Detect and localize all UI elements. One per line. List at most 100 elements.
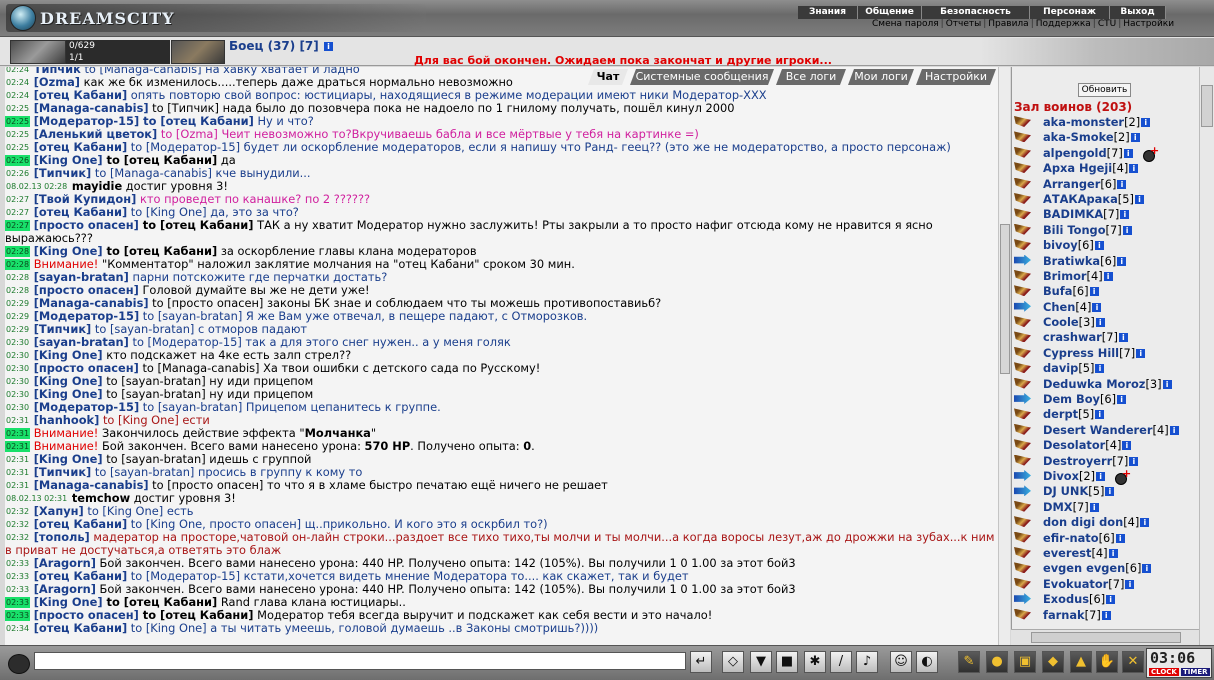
bag-button[interactable]: ● [986, 651, 1008, 673]
user-list-item[interactable]: farnak[7] i [1014, 608, 1202, 623]
info-icon[interactable]: i [1125, 579, 1135, 589]
user-list-item[interactable]: Bratiwka[6] i [1014, 254, 1202, 269]
chat-author[interactable]: [отец Кабани] [34, 205, 127, 219]
sword-icon[interactable] [1014, 331, 1031, 343]
info-icon[interactable]: i [1122, 441, 1132, 451]
user-list-item[interactable]: crashwar[7] i [1014, 330, 1202, 345]
info-icon[interactable]: i [1095, 364, 1105, 374]
user-list-item[interactable]: aka-Smoke[2] i [1014, 130, 1202, 145]
chat-author[interactable]: [Managa-canabis] [34, 296, 149, 310]
user-list-item[interactable]: BADIMKA[7] i [1014, 207, 1202, 222]
menu-settings[interactable]: Настройки [1121, 19, 1176, 30]
user-name[interactable]: Арха Нgeji [1043, 161, 1112, 175]
user-list-item[interactable]: Desert Wanderer[4] i [1014, 423, 1202, 438]
user-list-item[interactable]: Arranger[6] i [1014, 177, 1202, 192]
refresh-button[interactable]: Обновить [1078, 83, 1131, 97]
chat-author[interactable]: [King One] [34, 452, 103, 466]
user-list-item[interactable]: Арха Нgeji[4] i [1014, 161, 1202, 176]
sword-icon[interactable] [1014, 454, 1031, 466]
sword-icon[interactable] [1014, 285, 1031, 297]
menu-rules[interactable]: Правила [986, 19, 1030, 30]
chat-author[interactable]: [Типчик] [34, 166, 92, 180]
chat-author[interactable]: [Типчик] [34, 322, 92, 336]
tab-system-messages[interactable]: Системные сообщения [630, 69, 774, 85]
chat-author[interactable]: [Модератор-15] [34, 114, 140, 128]
info-icon[interactable]: i [1089, 287, 1099, 297]
user-name[interactable]: efir-nato [1043, 531, 1099, 545]
user-list-item[interactable]: Divox[2] i [1014, 466, 1202, 485]
info-icon[interactable]: i [1105, 487, 1115, 497]
chat-scrollbar[interactable] [998, 67, 1010, 645]
user-name[interactable]: Bili Tongo [1043, 223, 1106, 237]
chat-author[interactable]: [отец Кабани] [34, 88, 127, 102]
user-list-item[interactable]: Bufa[6] i [1014, 284, 1202, 299]
user-list-item[interactable]: Coole[3] i [1014, 315, 1202, 330]
sword-icon[interactable] [1014, 316, 1031, 328]
arrow-icon[interactable] [1014, 393, 1031, 405]
arrow-icon[interactable] [1014, 300, 1031, 312]
user-list-item[interactable]: derpt[5] i [1014, 407, 1202, 422]
menu-support[interactable]: Поддержка [1034, 19, 1093, 30]
user-name[interactable]: Arranger [1043, 177, 1100, 191]
user-name[interactable]: Brimor [1043, 269, 1087, 283]
info-icon[interactable]: i [1092, 302, 1102, 312]
tab-settings[interactable]: Настройки [916, 69, 996, 85]
user-list-item[interactable]: Brimor[4] i [1014, 269, 1202, 284]
user-list-item[interactable]: aka-monster[2] i [1014, 115, 1202, 130]
user-list-item[interactable]: efir-nato[6] i [1014, 531, 1202, 546]
chat-author[interactable]: [King One] [34, 387, 103, 401]
user-name[interactable]: Evokuator [1043, 577, 1108, 591]
tab-chat[interactable]: Чат [588, 69, 628, 85]
magic-button[interactable]: ✎ [958, 651, 980, 673]
music-button[interactable]: ♪ [856, 651, 878, 673]
chat-author[interactable]: [King One] [34, 153, 103, 167]
chest-button[interactable]: ▣ [1014, 651, 1036, 673]
info-icon[interactable]: i [1089, 502, 1099, 512]
info-icon[interactable]: i [323, 42, 333, 51]
user-name[interactable]: Cypress Hill [1043, 346, 1119, 360]
hand-button[interactable]: ✋ [1096, 651, 1118, 673]
chat-author[interactable]: [просто опасен] [34, 218, 139, 232]
info-icon[interactable]: i [1117, 395, 1127, 405]
sword-icon[interactable] [1014, 516, 1031, 528]
user-name[interactable]: Desert Wanderer [1043, 423, 1153, 437]
book-button[interactable]: ◆ [1042, 651, 1064, 673]
sword-icon[interactable] [1014, 162, 1031, 174]
info-icon[interactable]: i [1095, 318, 1105, 328]
user-list-item[interactable]: everest[4] i [1014, 546, 1202, 561]
info-icon[interactable]: i [1101, 610, 1111, 620]
info-icon[interactable]: i [1140, 518, 1150, 528]
sword-icon[interactable] [1014, 131, 1031, 143]
info-icon[interactable]: i [1117, 256, 1127, 266]
user-name[interactable]: aka-Smoke [1043, 130, 1114, 144]
user-name[interactable]: Coole [1043, 315, 1079, 329]
chat-author[interactable]: [тополь] [34, 530, 90, 544]
arrow-icon[interactable] [1014, 593, 1031, 605]
exit-button[interactable]: ✕ [1122, 651, 1144, 673]
chat-author[interactable]: [King One] [34, 595, 103, 609]
arrow-icon[interactable] [1014, 254, 1031, 266]
chat-author[interactable]: [Managa-canabis] [34, 101, 149, 115]
chat-author[interactable]: [отец Кабани] [34, 140, 127, 154]
user-list-item[interactable]: Chen[4] i [1014, 300, 1202, 315]
sword-icon[interactable] [1014, 208, 1031, 220]
chat-author[interactable]: [King One] [34, 374, 103, 388]
user-name[interactable]: evgen evgen [1043, 561, 1125, 575]
user-list-item[interactable]: Desolator[4] i [1014, 438, 1202, 453]
sword-icon[interactable] [1014, 608, 1031, 620]
sword-icon[interactable] [1014, 423, 1031, 435]
chat-author[interactable]: [Aragorn] [34, 582, 96, 596]
user-name[interactable]: DMX [1043, 500, 1073, 514]
menu-communication[interactable]: Общение [858, 6, 922, 19]
sword-icon[interactable] [1014, 346, 1031, 358]
info-icon[interactable]: i [1134, 194, 1144, 204]
info-icon[interactable]: i [1117, 179, 1127, 189]
sword-icon[interactable] [1014, 177, 1031, 189]
user-name[interactable]: DJ UNK [1043, 484, 1088, 498]
info-icon[interactable]: i [1141, 118, 1151, 127]
chat-author[interactable]: [просто опасен] [34, 283, 139, 297]
user-name[interactable]: don digi don [1043, 515, 1123, 529]
user-name[interactable]: Desolator [1043, 438, 1105, 452]
sword-icon[interactable] [1014, 239, 1031, 251]
chat-author[interactable]: [отец Кабани] [34, 621, 127, 635]
